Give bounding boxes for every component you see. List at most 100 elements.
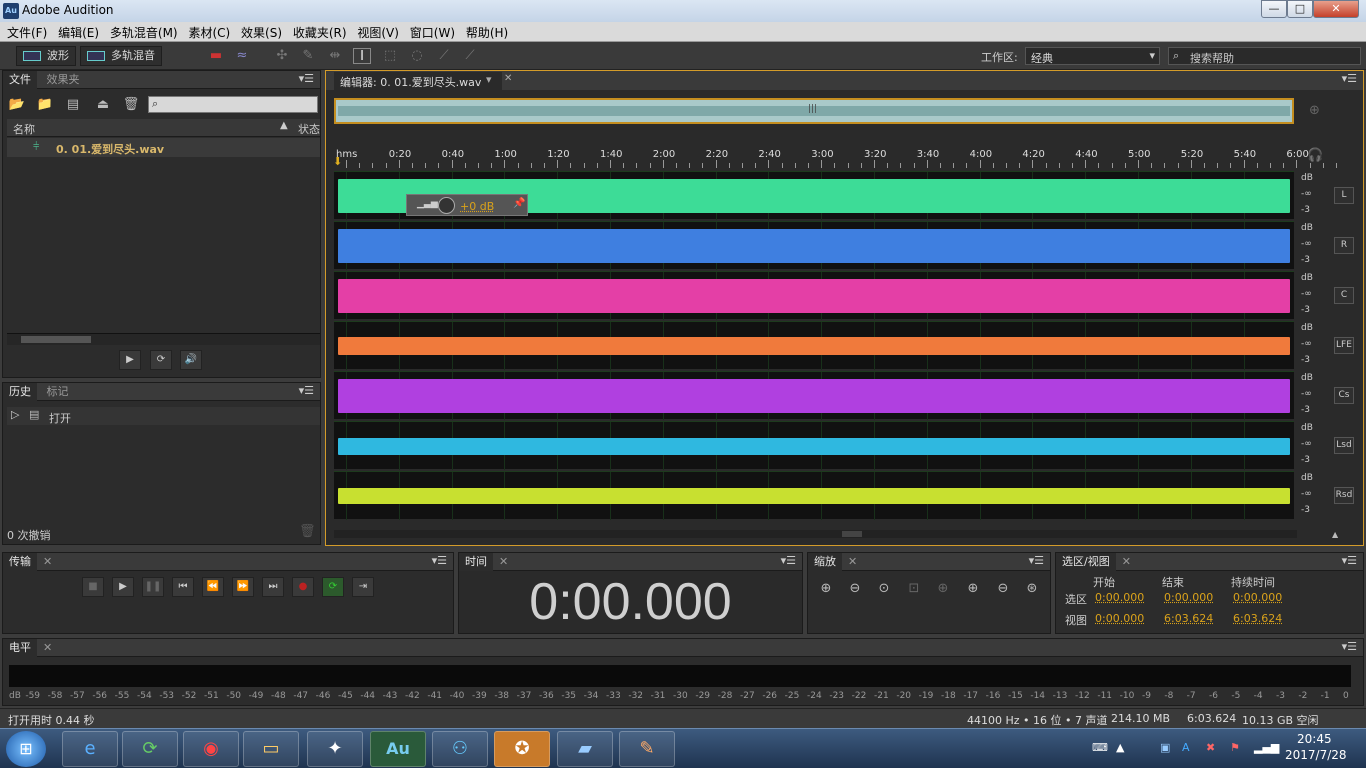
close-tab-icon[interactable]: ✕ — [37, 639, 58, 657]
channel-toggle-r[interactable]: R — [1334, 237, 1354, 254]
gain-hud[interactable]: ▁▃▅ +0 dB 📌 — [406, 194, 528, 216]
spectral-pitch-icon[interactable]: ≈ — [233, 48, 251, 64]
close-tab-icon[interactable]: ✕ — [842, 553, 863, 571]
auto-play-button[interactable]: 🔊 — [180, 350, 202, 370]
tab-time[interactable]: 时间 — [459, 553, 493, 571]
minimize-button[interactable]: — — [1261, 0, 1287, 18]
spot-healing-tool-icon[interactable]: ⟋ — [461, 48, 479, 64]
razor-tool-icon[interactable]: ✎ — [299, 48, 317, 64]
selection-start-field[interactable]: 0:00.000 — [1095, 591, 1144, 604]
scroll-up-icon[interactable]: ▲ — [1332, 530, 1338, 539]
channel-toggle-lfe[interactable]: LFE — [1334, 337, 1354, 354]
channel-toggle-cs[interactable]: Cs — [1334, 387, 1354, 404]
tab-history[interactable]: 历史 — [3, 383, 37, 401]
menu-multitrack[interactable]: 多轨混音(M) — [103, 22, 178, 41]
panel-menu-icon[interactable]: ▾☰ — [1029, 554, 1044, 567]
trash-icon[interactable]: 🗑 — [121, 95, 141, 115]
menu-edit[interactable]: 编辑(E) — [51, 22, 99, 41]
view-end-field[interactable]: 6:03.624 — [1164, 612, 1213, 625]
fast-forward-button[interactable]: ⏩ — [232, 577, 254, 597]
loop-playback-button[interactable]: ⟳ — [322, 577, 344, 597]
chevron-down-icon[interactable]: ▾ — [486, 73, 492, 86]
channel-track[interactable] — [334, 321, 1294, 370]
tray-arrow-icon[interactable]: ▲ — [1116, 741, 1124, 754]
zoom-to-fit-icon[interactable]: ⊕ — [1309, 103, 1320, 118]
tray-keyboard-icon[interactable]: ⌨ — [1092, 741, 1108, 754]
gain-knob[interactable] — [438, 197, 455, 214]
overview-grip-icon[interactable]: ||| — [808, 104, 817, 114]
taskbar-refresh-icon[interactable]: ⟳ — [122, 731, 178, 767]
taskbar-media-icon[interactable]: ✪ — [494, 731, 550, 767]
workspace-select[interactable]: 经典 ▾ — [1025, 47, 1160, 65]
skip-to-end-button[interactable]: ⏭ — [262, 577, 284, 597]
loop-file-button[interactable]: ⟳ — [150, 350, 172, 370]
skip-to-start-button[interactable]: ⏮ — [172, 577, 194, 597]
editor-tab[interactable]: 编辑器: 0. 01.爱到尽头.wav ▾ — [334, 72, 502, 90]
slip-tool-icon[interactable]: ⇹ — [326, 48, 344, 64]
taskbar-notes-icon[interactable]: ▰ — [557, 731, 613, 767]
channel-toggle-c[interactable]: C — [1334, 287, 1354, 304]
time-selection-tool-icon[interactable]: I — [353, 48, 371, 64]
channel-track[interactable] — [334, 371, 1294, 420]
spectral-display-icon[interactable]: ▬ — [207, 48, 225, 64]
view-start-field[interactable]: 0:00.000 — [1095, 612, 1144, 625]
zoom-full-icon[interactable]: ⊙ — [874, 579, 894, 599]
file-list-item[interactable]: ⫩ 0. 01.爱到尽头.wav — [7, 138, 320, 157]
tab-levels[interactable]: 电平 — [3, 639, 37, 657]
open-folder-icon[interactable]: 📂 — [7, 95, 27, 115]
taskbar-network-icon[interactable]: ⚇ — [432, 731, 488, 767]
trash-icon[interactable]: 🗑 — [299, 524, 316, 539]
tab-selection-view[interactable]: 选区/视图 — [1056, 553, 1116, 571]
insert-icon[interactable]: ⏏ — [93, 95, 113, 115]
close-tab-icon[interactable]: ✕ — [37, 553, 58, 571]
close-tab-icon[interactable]: ✕ — [493, 553, 514, 571]
clock-time[interactable]: 20:45 — [1297, 732, 1332, 746]
history-item[interactable]: ▷ ▤ 打开 — [7, 407, 320, 425]
tray-flag-icon[interactable]: ⚑ — [1230, 741, 1240, 754]
pause-button[interactable]: ❚❚ — [142, 577, 164, 597]
record-button[interactable]: ● — [292, 577, 314, 597]
stop-button[interactable]: ■ — [82, 577, 104, 597]
scrollbar-thumb[interactable] — [842, 531, 862, 537]
tray-network-icon[interactable]: ▂▄▆ — [1254, 741, 1279, 754]
channel-toggle-lsd[interactable]: Lsd — [1334, 437, 1354, 454]
editor-scrollbar[interactable] — [334, 530, 1297, 538]
zoom-reset-icon[interactable]: ⊛ — [1022, 579, 1042, 599]
skip-selection-button[interactable]: ⇥ — [352, 577, 374, 597]
menu-window[interactable]: 窗口(W) — [403, 22, 455, 41]
zoom-selection-icon[interactable]: ⊡ — [904, 579, 924, 599]
maximize-button[interactable]: □ — [1287, 0, 1313, 18]
time-ruler[interactable]: hms 0:20 0:40 1:00 1:20 1:40 2:00 2:20 2:40 3:00 3… — [334, 146, 1337, 168]
menu-favorites[interactable]: 收藏夹(R) — [286, 22, 347, 41]
multitrack-view-button[interactable]: 多轨混音 — [80, 46, 162, 66]
tab-zoom[interactable]: 缩放 — [808, 553, 842, 571]
headphones-icon[interactable]: 🎧 — [1307, 148, 1323, 163]
channel-toggle-l[interactable]: L — [1334, 187, 1354, 204]
zoom-out-amplitude-icon[interactable]: ⊖ — [845, 579, 865, 599]
panel-menu-icon[interactable]: ▾☰ — [1342, 640, 1357, 653]
channel-track[interactable] — [334, 221, 1294, 270]
panel-menu-icon[interactable]: ▾☰ — [1342, 72, 1357, 85]
marquee-tool-icon[interactable]: ⬚ — [381, 48, 399, 64]
channel-track[interactable] — [334, 421, 1294, 470]
channel-track[interactable] — [334, 471, 1294, 520]
panel-menu-icon[interactable]: ▾☰ — [299, 72, 314, 85]
column-name[interactable]: 名称 — [13, 121, 35, 137]
close-button[interactable]: ✕ — [1313, 0, 1359, 18]
tray-security-icon[interactable]: ✖ — [1206, 741, 1215, 754]
channel-track[interactable] — [334, 271, 1294, 320]
panel-menu-icon[interactable]: ▾☰ — [299, 384, 314, 397]
taskbar-ie-icon[interactable]: e — [62, 731, 118, 767]
zoom-in-point-icon[interactable]: ⊕ — [933, 579, 953, 599]
clock-date[interactable]: 2017/7/28 — [1285, 748, 1347, 762]
menu-effects[interactable]: 效果(S) — [234, 22, 282, 41]
rewind-button[interactable]: ⏪ — [202, 577, 224, 597]
menu-help[interactable]: 帮助(H) — [459, 22, 508, 41]
playhead-marker-icon[interactable]: ⬇ — [333, 155, 342, 168]
close-tab-icon[interactable]: ✕ — [504, 73, 512, 84]
taskbar-chrome-icon[interactable]: ◉ — [183, 731, 239, 767]
tab-transport[interactable]: 传输 — [3, 553, 37, 571]
panel-menu-icon[interactable]: ▾☰ — [432, 554, 447, 567]
selection-end-field[interactable]: 0:00.000 — [1164, 591, 1213, 604]
taskbar-explorer-icon[interactable]: ▭ — [243, 731, 299, 767]
